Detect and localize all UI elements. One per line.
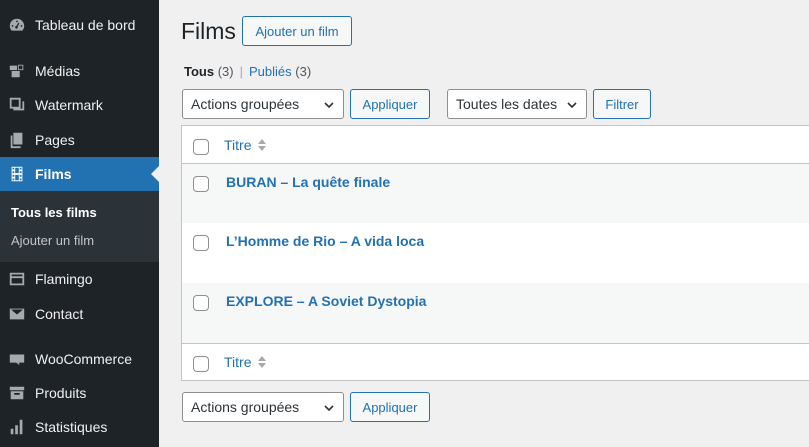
sidebar-item-dashboard[interactable]: Tableau de bord (0, 8, 159, 42)
sidebar-item-label: Contact (35, 306, 84, 322)
add-film-button[interactable]: Ajouter un film (242, 16, 352, 46)
column-title-label: Titre (224, 354, 252, 370)
view-published-count: (3) (295, 64, 312, 79)
column-title-label: Titre (224, 137, 252, 153)
table-header: Titre (182, 126, 809, 163)
sidebar-item-label: Statistiques (35, 419, 108, 435)
archive-icon (7, 383, 27, 403)
submenu-item-all-films[interactable]: Tous les films (11, 205, 97, 220)
table-footer: Titre (182, 344, 809, 381)
apply-button-top[interactable]: Appliquer (350, 89, 430, 119)
sort-icon (258, 139, 267, 151)
select-all-checkbox-footer[interactable] (193, 356, 209, 372)
post-title-link[interactable]: BURAN – La quête finale (226, 174, 390, 190)
row-checkbox[interactable] (193, 176, 209, 192)
table-row: EXPLORE – A Soviet Dystopia (182, 283, 809, 343)
sidebar-item-woocommerce[interactable]: WooCommerce (0, 342, 159, 376)
media-icon (7, 61, 27, 81)
bulk-actions-value: Actions groupées (191, 96, 300, 112)
mail-icon (7, 304, 27, 324)
sort-icon (258, 356, 267, 368)
sidebar-item-label: Films (35, 166, 72, 182)
admin-sidebar: Tableau de bord Médias Watermark Pages F… (0, 0, 159, 447)
apply-button-bottom[interactable]: Appliquer (350, 392, 430, 422)
sidebar-item-contact[interactable]: Contact (0, 297, 159, 331)
watermark-icon (7, 95, 27, 115)
films-submenu: Tous les films Ajouter un film (0, 191, 159, 262)
film-icon (7, 164, 27, 184)
column-title-sort-footer[interactable]: Titre (224, 354, 267, 370)
bulk-actions-value: Actions groupées (191, 399, 300, 415)
films-table: Titre BURAN – La quête finale L’Homme de… (181, 125, 809, 381)
column-title-sort[interactable]: Titre (224, 137, 267, 153)
sidebar-item-flamingo[interactable]: Flamingo (0, 262, 159, 296)
table-row: BURAN – La quête finale (182, 164, 809, 223)
status-views: Tous (3) | Publiés (3) (184, 64, 311, 79)
date-filter-value: Toutes les dates (456, 96, 558, 112)
sidebar-item-pages[interactable]: Pages (0, 123, 159, 157)
sidebar-item-watermark[interactable]: Watermark (0, 88, 159, 122)
filter-button[interactable]: Filtrer (593, 89, 651, 119)
sidebar-item-label: WooCommerce (35, 351, 132, 367)
view-published-link[interactable]: Publiés (249, 64, 292, 79)
sidebar-item-label: Watermark (35, 97, 103, 113)
sidebar-item-label: Médias (35, 63, 81, 79)
sidebar-item-label: Flamingo (35, 271, 93, 287)
woocommerce-icon (7, 349, 27, 369)
sidebar-item-products[interactable]: Produits (0, 376, 159, 410)
select-all-checkbox[interactable] (193, 139, 209, 155)
sidebar-item-label: Produits (35, 385, 87, 401)
sidebar-item-media[interactable]: Médias (0, 54, 159, 88)
chevron-down-icon (323, 401, 335, 413)
row-checkbox[interactable] (193, 295, 209, 311)
sidebar-item-label: Pages (35, 132, 75, 148)
table-row: L’Homme de Rio – A vida loca (182, 223, 809, 283)
chart-bar-icon (7, 417, 27, 437)
bulk-actions-select-top[interactable]: Actions groupées (182, 89, 344, 119)
post-title-link[interactable]: L’Homme de Rio – A vida loca (226, 233, 424, 249)
sidebar-item-films[interactable]: Films (0, 157, 159, 191)
sidebar-item-label: Tableau de bord (35, 17, 136, 33)
view-all-count: (3) (217, 64, 234, 79)
date-filter-select[interactable]: Toutes les dates (447, 89, 587, 119)
bulk-actions-select-bottom[interactable]: Actions groupées (182, 392, 344, 422)
page-title: Films (181, 18, 236, 44)
sidebar-item-statistics[interactable]: Statistiques (0, 410, 159, 444)
view-all-label: Tous (184, 64, 215, 79)
row-checkbox[interactable] (193, 235, 209, 251)
dashboard-icon (7, 15, 27, 35)
view-all-link[interactable]: Tous (3) (184, 64, 234, 79)
view-published-label: Publiés (249, 64, 292, 79)
views-separator: | (239, 64, 243, 79)
chevron-down-icon (323, 98, 335, 110)
submenu-item-add-film[interactable]: Ajouter un film (11, 233, 94, 248)
chevron-down-icon (566, 98, 578, 110)
flamingo-icon (7, 269, 27, 289)
post-title-link[interactable]: EXPLORE – A Soviet Dystopia (226, 293, 426, 309)
pages-icon (7, 130, 27, 150)
